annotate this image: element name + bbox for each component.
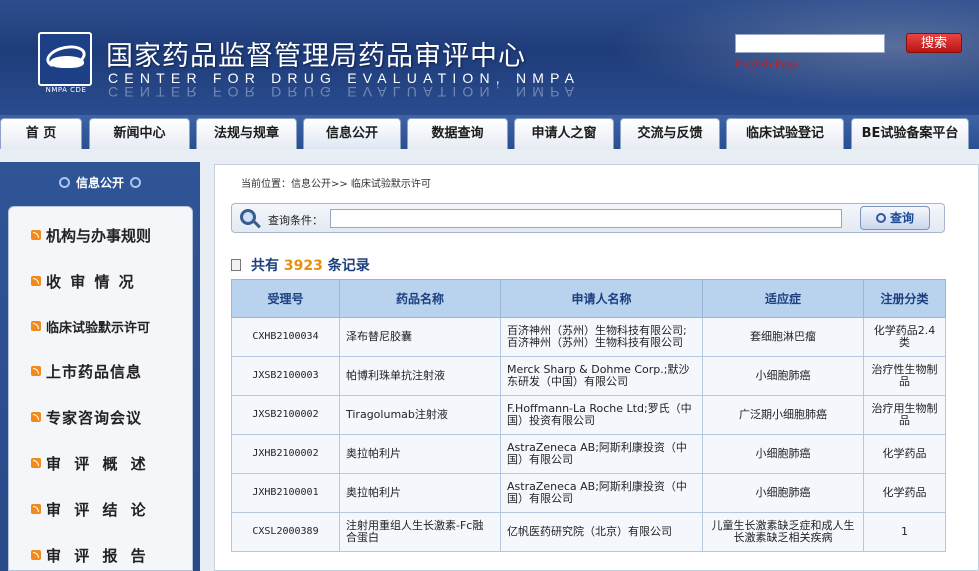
breadcrumb: 当前位置：信息公开>> 临床试验默示许可 [241,179,431,190]
cell-category: 化学药品 [863,473,946,513]
nav-news[interactable]: 新闻中心 [89,118,190,149]
logo-caption: NMPA CDE [45,86,87,94]
cell-indication: 小细胞肺癌 [702,434,864,474]
header-acceptance-no[interactable]: 受理号 [231,279,340,318]
cell-applicant: AstraZeneca AB;阿斯利康投资（中国）有限公司 [500,434,703,474]
cell-drug-name[interactable]: 帕博利珠单抗注射液 [339,356,501,396]
cell-indication: 小细胞肺癌 [702,356,864,396]
sidebar-item-review-overview[interactable]: 审 评 概 述 [31,453,150,475]
records-table: 受理号 药品名称 申请人名称 适应症 注册分类 CXHB2100034 泽布替尼… [231,279,946,552]
cell-applicant: 亿帆医药研究院（北京）有限公司 [500,512,703,552]
cell-drug-name[interactable]: Tiragolumab注射液 [339,395,501,435]
rss-icon [31,412,41,422]
table-row[interactable]: JXSB2100003 帕博利珠单抗注射液 Merck Sharp & Dohm… [231,356,946,396]
record-count-number: 3923 [283,258,323,274]
cell-acceptance-no[interactable]: CXSL2000389 [231,512,340,552]
query-button[interactable]: 查询 [860,206,930,230]
cell-applicant: AstraZeneca AB;阿斯利康投资（中国）有限公司 [500,473,703,513]
search-icon [875,213,886,223]
rss-icon [31,366,41,376]
site-title-en-reflection: CENTER FOR DRUG EVALUATION, NMPA [108,84,581,100]
rss-icon [31,276,41,286]
sidebar: 信息公开 机构与办事规则 收 审 情 况 临床试验默示许可 上市药品信息 专家咨… [0,162,200,571]
header-drug-name[interactable]: 药品名称 [339,279,501,318]
nav-data-query[interactable]: 数据查询 [407,118,508,149]
nav-regulations[interactable]: 法规与规章 [196,118,297,149]
ring-icon [130,177,141,188]
table-row[interactable]: JXSB2100002 Tiragolumab注射液 F.Hoffmann-La… [231,395,946,435]
header-registration-category[interactable]: 注册分类 [863,279,946,318]
site-search-input[interactable] [735,34,885,53]
rss-icon [31,230,41,240]
rss-icon [31,458,41,468]
site-header: NMPA CDE 国家药品监督管理局药品审评中心 CENTER FOR DRUG… [0,0,979,115]
sidebar-title: 信息公开 [0,174,200,194]
sidebar-item-expert-meetings[interactable]: 专家咨询会议 [31,407,142,429]
sidebar-item-review-reports[interactable]: 审 评 报 告 [31,545,150,567]
table-row[interactable]: JXHB2100001 奥拉帕利片 AstraZeneca AB;阿斯利康投资（… [231,473,946,513]
nmpa-logo[interactable] [38,32,92,86]
nav-clinical-trial-registration[interactable]: 临床试验登记 [726,118,844,149]
cell-drug-name[interactable]: 奥拉帕利片 [339,434,501,474]
cell-drug-name[interactable]: 注射用重组人生长激素-Fc融合蛋白 [339,512,501,552]
sidebar-item-clinical-trial-approval[interactable]: 临床试验默示许可 [31,317,150,339]
cell-indication: 套细胞淋巴瘤 [702,317,864,357]
nav-applicant-window[interactable]: 申请人之窗 [514,118,614,149]
sidebar-item-review-status[interactable]: 收 审 情 况 [31,271,136,293]
cell-acceptance-no[interactable]: JXSB2100002 [231,395,340,435]
rss-icon [31,504,41,514]
query-input[interactable] [330,209,842,228]
english-page-link[interactable]: English Page [735,57,798,72]
logo-wave-icon [50,56,84,68]
cell-indication: 小细胞肺癌 [702,473,864,513]
cell-applicant: F.Hoffmann-La Roche Ltd;罗氏（中国）投资有限公司 [500,395,703,435]
sidebar-item-review-conclusions[interactable]: 审 评 结 论 [31,499,150,521]
nav-info-disclosure[interactable]: 信息公开 [303,118,401,149]
cell-applicant: 百济神州（苏州）生物科技有限公司;百济神州（苏州）生物科技有限公司 [500,317,703,357]
nav-be-platform[interactable]: BE试验备案平台 [851,118,969,149]
query-label: 查询条件： [268,214,323,227]
query-bar: 查询条件： 查询 [231,203,945,233]
document-icon [231,259,241,271]
header-indication[interactable]: 适应症 [702,279,864,318]
cell-indication: 儿童生长激素缺乏症和成人生长激素缺乏相关疾病 [702,512,864,552]
nav-communication[interactable]: 交流与反馈 [620,118,720,149]
cell-acceptance-no[interactable]: JXHB2100001 [231,473,340,513]
ring-icon [58,177,70,188]
site-search-button[interactable]: 搜索 [906,33,962,53]
rss-icon [31,321,41,331]
cell-drug-name[interactable]: 奥拉帕利片 [339,473,501,513]
cell-acceptance-no[interactable]: JXHB2100002 [231,434,340,474]
cell-applicant: Merck Sharp & Dohme Corp.;默沙东研发（中国）有限公司 [500,356,703,396]
site-title-cn: 国家药品监督管理局药品审评中心 [106,41,526,72]
sidebar-item-institutions[interactable]: 机构与办事规则 [31,225,151,247]
cell-acceptance-no[interactable]: CXHB2100034 [231,317,340,357]
cell-category: 化学药品 [863,434,946,474]
cell-category: 1 [863,512,946,552]
sidebar-item-marketed-drugs[interactable]: 上市药品信息 [31,361,142,383]
table-header-row: 受理号 药品名称 申请人名称 适应症 注册分类 [231,279,946,318]
cell-acceptance-no[interactable]: JXSB2100003 [231,356,340,396]
table-row[interactable]: JXHB2100002 奥拉帕利片 AstraZeneca AB;阿斯利康投资（… [231,434,946,474]
cell-category: 治疗性生物制品 [863,356,946,396]
header-applicant-name[interactable]: 申请人名称 [500,279,703,318]
table-row[interactable]: CXHB2100034 泽布替尼胶囊 百济神州（苏州）生物科技有限公司;百济神州… [231,317,946,357]
rss-icon [31,550,41,560]
record-count: 共有 3923 条记录 [231,255,370,275]
cell-category: 治疗用生物制品 [863,395,946,435]
nav-home[interactable]: 首 页 [0,118,82,149]
cell-category: 化学药品2.4类 [863,317,946,357]
sidebar-menu: 机构与办事规则 收 审 情 况 临床试验默示许可 上市药品信息 专家咨询会议 审… [8,206,193,571]
main-content: 当前位置：信息公开>> 临床试验默示许可 查询条件： 查询 共有 3923 条记… [214,164,979,571]
cell-indication: 广泛期小细胞肺癌 [702,395,864,435]
main-nav: 首 页 新闻中心 法规与规章 信息公开 数据查询 申请人之窗 交流与反馈 临床试… [0,115,979,149]
table-row[interactable]: CXSL2000389 注射用重组人生长激素-Fc融合蛋白 亿帆医药研究院（北京… [231,512,946,552]
search-icon [240,209,256,225]
cell-drug-name[interactable]: 泽布替尼胶囊 [339,317,501,357]
